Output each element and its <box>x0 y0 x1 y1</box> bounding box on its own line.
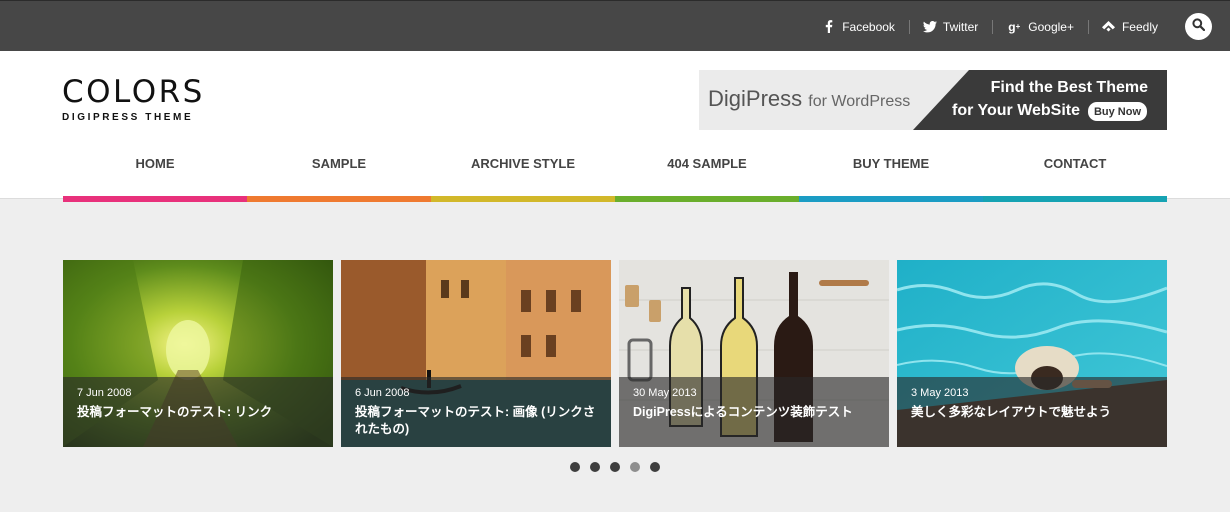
stripe-segment <box>431 196 615 202</box>
stripe-segment <box>799 196 983 202</box>
social-links: Facebook Twitter g + Google+ Feedly <box>808 1 1172 52</box>
feedly-icon <box>1102 20 1116 34</box>
slide-date: 30 May 2013 <box>633 387 697 399</box>
slide-caption: 7 Jun 2008 投稿フォーマットのテスト: リンク <box>63 377 333 447</box>
stripe-segment <box>247 196 431 202</box>
slide-title[interactable]: DigiPressによるコンテンツ装飾テスト <box>633 404 875 421</box>
nav-color-stripe <box>63 196 1167 202</box>
banner-brand-name: DigiPress <box>708 86 803 111</box>
googleplus-icon: g + <box>1008 19 1021 34</box>
logo-title: COLORS <box>62 74 205 110</box>
slide-card[interactable]: 3 May 2013 美しく多彩なレイアウトで魅せよう <box>897 260 1167 447</box>
slide-card[interactable]: 30 May 2013 DigiPressによるコンテンツ装飾テスト <box>619 260 889 447</box>
search-button[interactable] <box>1185 13 1212 40</box>
slider-dot[interactable] <box>590 462 600 472</box>
slide-date: 3 May 2013 <box>911 387 969 399</box>
nav-item-buy-theme[interactable]: BUY THEME <box>799 144 983 184</box>
twitter-link[interactable]: Twitter <box>908 1 992 52</box>
ad-banner[interactable]: DigiPress for WordPress Find the Best Th… <box>699 70 1167 130</box>
nav-item-home[interactable]: HOME <box>63 144 247 184</box>
nav-item-archive-style[interactable]: ARCHIVE STYLE <box>431 144 615 184</box>
facebook-label: Facebook <box>842 19 895 34</box>
slider-pagination <box>570 462 670 472</box>
stripe-segment <box>63 196 247 202</box>
slide-caption: 30 May 2013 DigiPressによるコンテンツ装飾テスト <box>619 377 889 447</box>
slide-date: 7 Jun 2008 <box>77 387 132 399</box>
twitter-icon <box>922 20 937 34</box>
slide-title[interactable]: 美しく多彩なレイアウトで魅せよう <box>911 404 1153 421</box>
slide-caption: 6 Jun 2008 投稿フォーマットのテスト: 画像 (リンクされたもの) <box>341 377 611 447</box>
googleplus-label: Google+ <box>1028 19 1074 34</box>
slide-date: 6 Jun 2008 <box>355 387 410 399</box>
slider-dot[interactable] <box>630 462 640 472</box>
stripe-segment <box>615 196 799 202</box>
banner-brand-suffix: for WordPress <box>808 93 911 110</box>
main-nav: HOME SAMPLE ARCHIVE STYLE 404 SAMPLE BUY… <box>63 144 1167 184</box>
top-bar: Facebook Twitter g + Google+ Feedly <box>0 0 1230 51</box>
feedly-link[interactable]: Feedly <box>1087 1 1172 52</box>
nav-item-contact[interactable]: CONTACT <box>983 144 1167 184</box>
stripe-segment <box>983 196 1167 202</box>
featured-slider: 7 Jun 2008 投稿フォーマットのテスト: リンク 6 Jun 2008 … <box>63 260 1167 447</box>
banner-brand: DigiPress for WordPress <box>708 86 910 112</box>
slide-card[interactable]: 6 Jun 2008 投稿フォーマットのテスト: 画像 (リンクされたもの) <box>341 260 611 447</box>
slide-card[interactable]: 7 Jun 2008 投稿フォーマットのテスト: リンク <box>63 260 333 447</box>
site-header: COLORS DIGIPRESS THEME DigiPress for Wor… <box>0 51 1230 202</box>
slider-dot[interactable] <box>570 462 580 472</box>
facebook-link[interactable]: Facebook <box>808 1 909 52</box>
site-logo[interactable]: COLORS DIGIPRESS THEME <box>62 74 205 124</box>
feedly-label: Feedly <box>1121 19 1158 34</box>
slider-dot[interactable] <box>650 462 660 472</box>
search-icon <box>1192 17 1206 36</box>
buy-now-button[interactable]: Buy Now <box>1088 102 1147 121</box>
slide-caption: 3 May 2013 美しく多彩なレイアウトで魅せよう <box>897 377 1167 447</box>
nav-item-sample[interactable]: SAMPLE <box>247 144 431 184</box>
googleplus-link[interactable]: g + Google+ <box>992 1 1088 52</box>
slide-title[interactable]: 投稿フォーマットのテスト: リンク <box>77 404 319 421</box>
slide-title[interactable]: 投稿フォーマットのテスト: 画像 (リンクされたもの) <box>355 404 597 438</box>
nav-item-404-sample[interactable]: 404 SAMPLE <box>615 144 799 184</box>
facebook-icon <box>822 20 836 34</box>
logo-subtitle: DIGIPRESS THEME <box>62 112 194 123</box>
banner-subline: for Your WebSite <box>952 102 1081 119</box>
slider-dot[interactable] <box>610 462 620 472</box>
twitter-label: Twitter <box>942 19 979 34</box>
banner-headline: Find the Best Theme <box>990 79 1148 96</box>
